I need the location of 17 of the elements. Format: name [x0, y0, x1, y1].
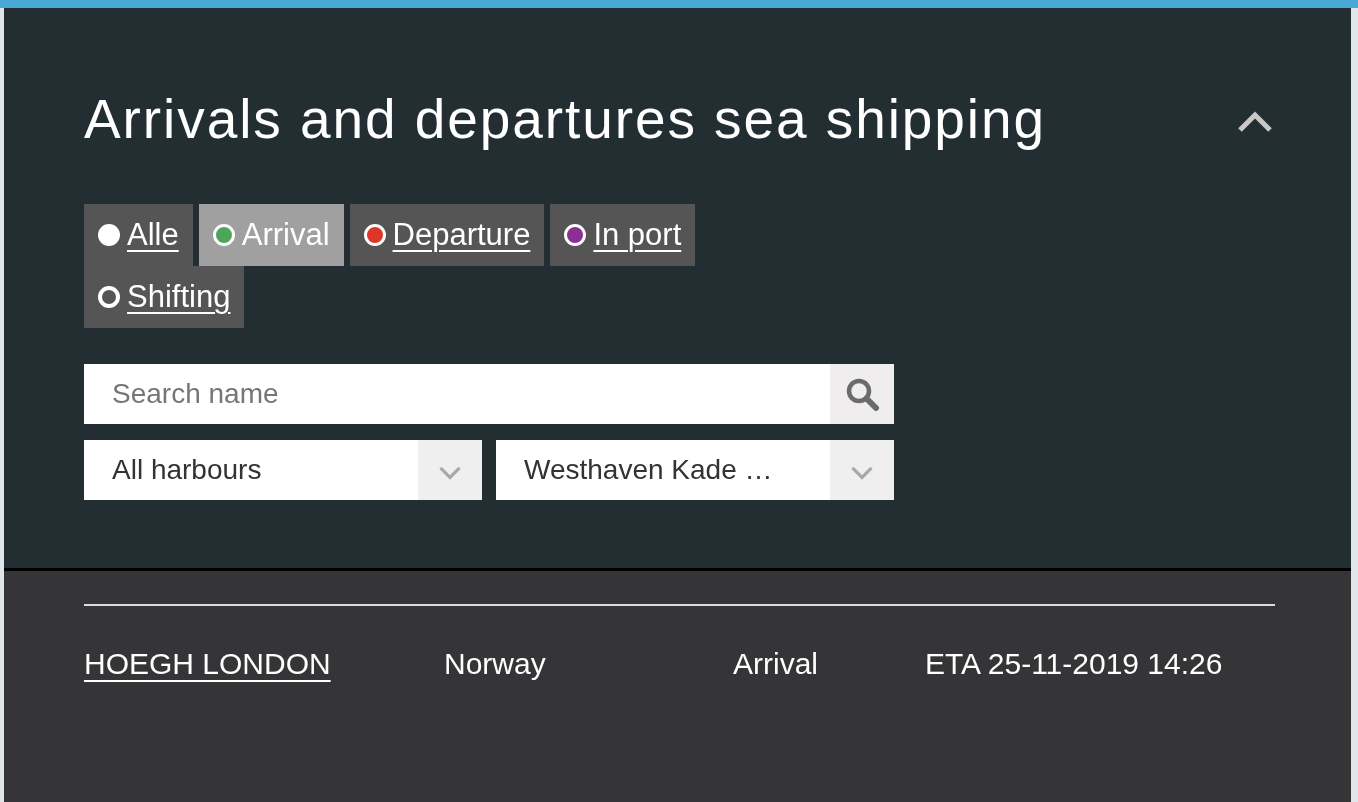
vessel-status: Arrival [733, 645, 819, 682]
caret-down-icon [438, 466, 462, 480]
search-icon [845, 377, 879, 411]
ring-icon [98, 286, 120, 308]
vessel-name-link[interactable]: HOEGH LONDON [84, 646, 331, 680]
caret-down-icon [850, 466, 874, 480]
vessel-eta: ETA 25-11-2019 14:26 [925, 645, 1223, 682]
search-field[interactable]: Search name [84, 364, 830, 424]
panel-title: Arrivals and departures sea shipping [84, 88, 1047, 150]
search-button[interactable] [830, 364, 894, 424]
filter-chip[interactable]: Alle [84, 204, 193, 266]
dropdown[interactable]: Westhaven Kade … [496, 440, 894, 500]
filter-chip[interactable]: Shifting [84, 266, 245, 328]
filter-chip[interactable]: Departure [349, 204, 545, 266]
filter-chip[interactable]: In port [550, 204, 696, 266]
dropdown[interactable]: All harbours [84, 440, 482, 500]
vessel-country: Norway [444, 645, 547, 682]
